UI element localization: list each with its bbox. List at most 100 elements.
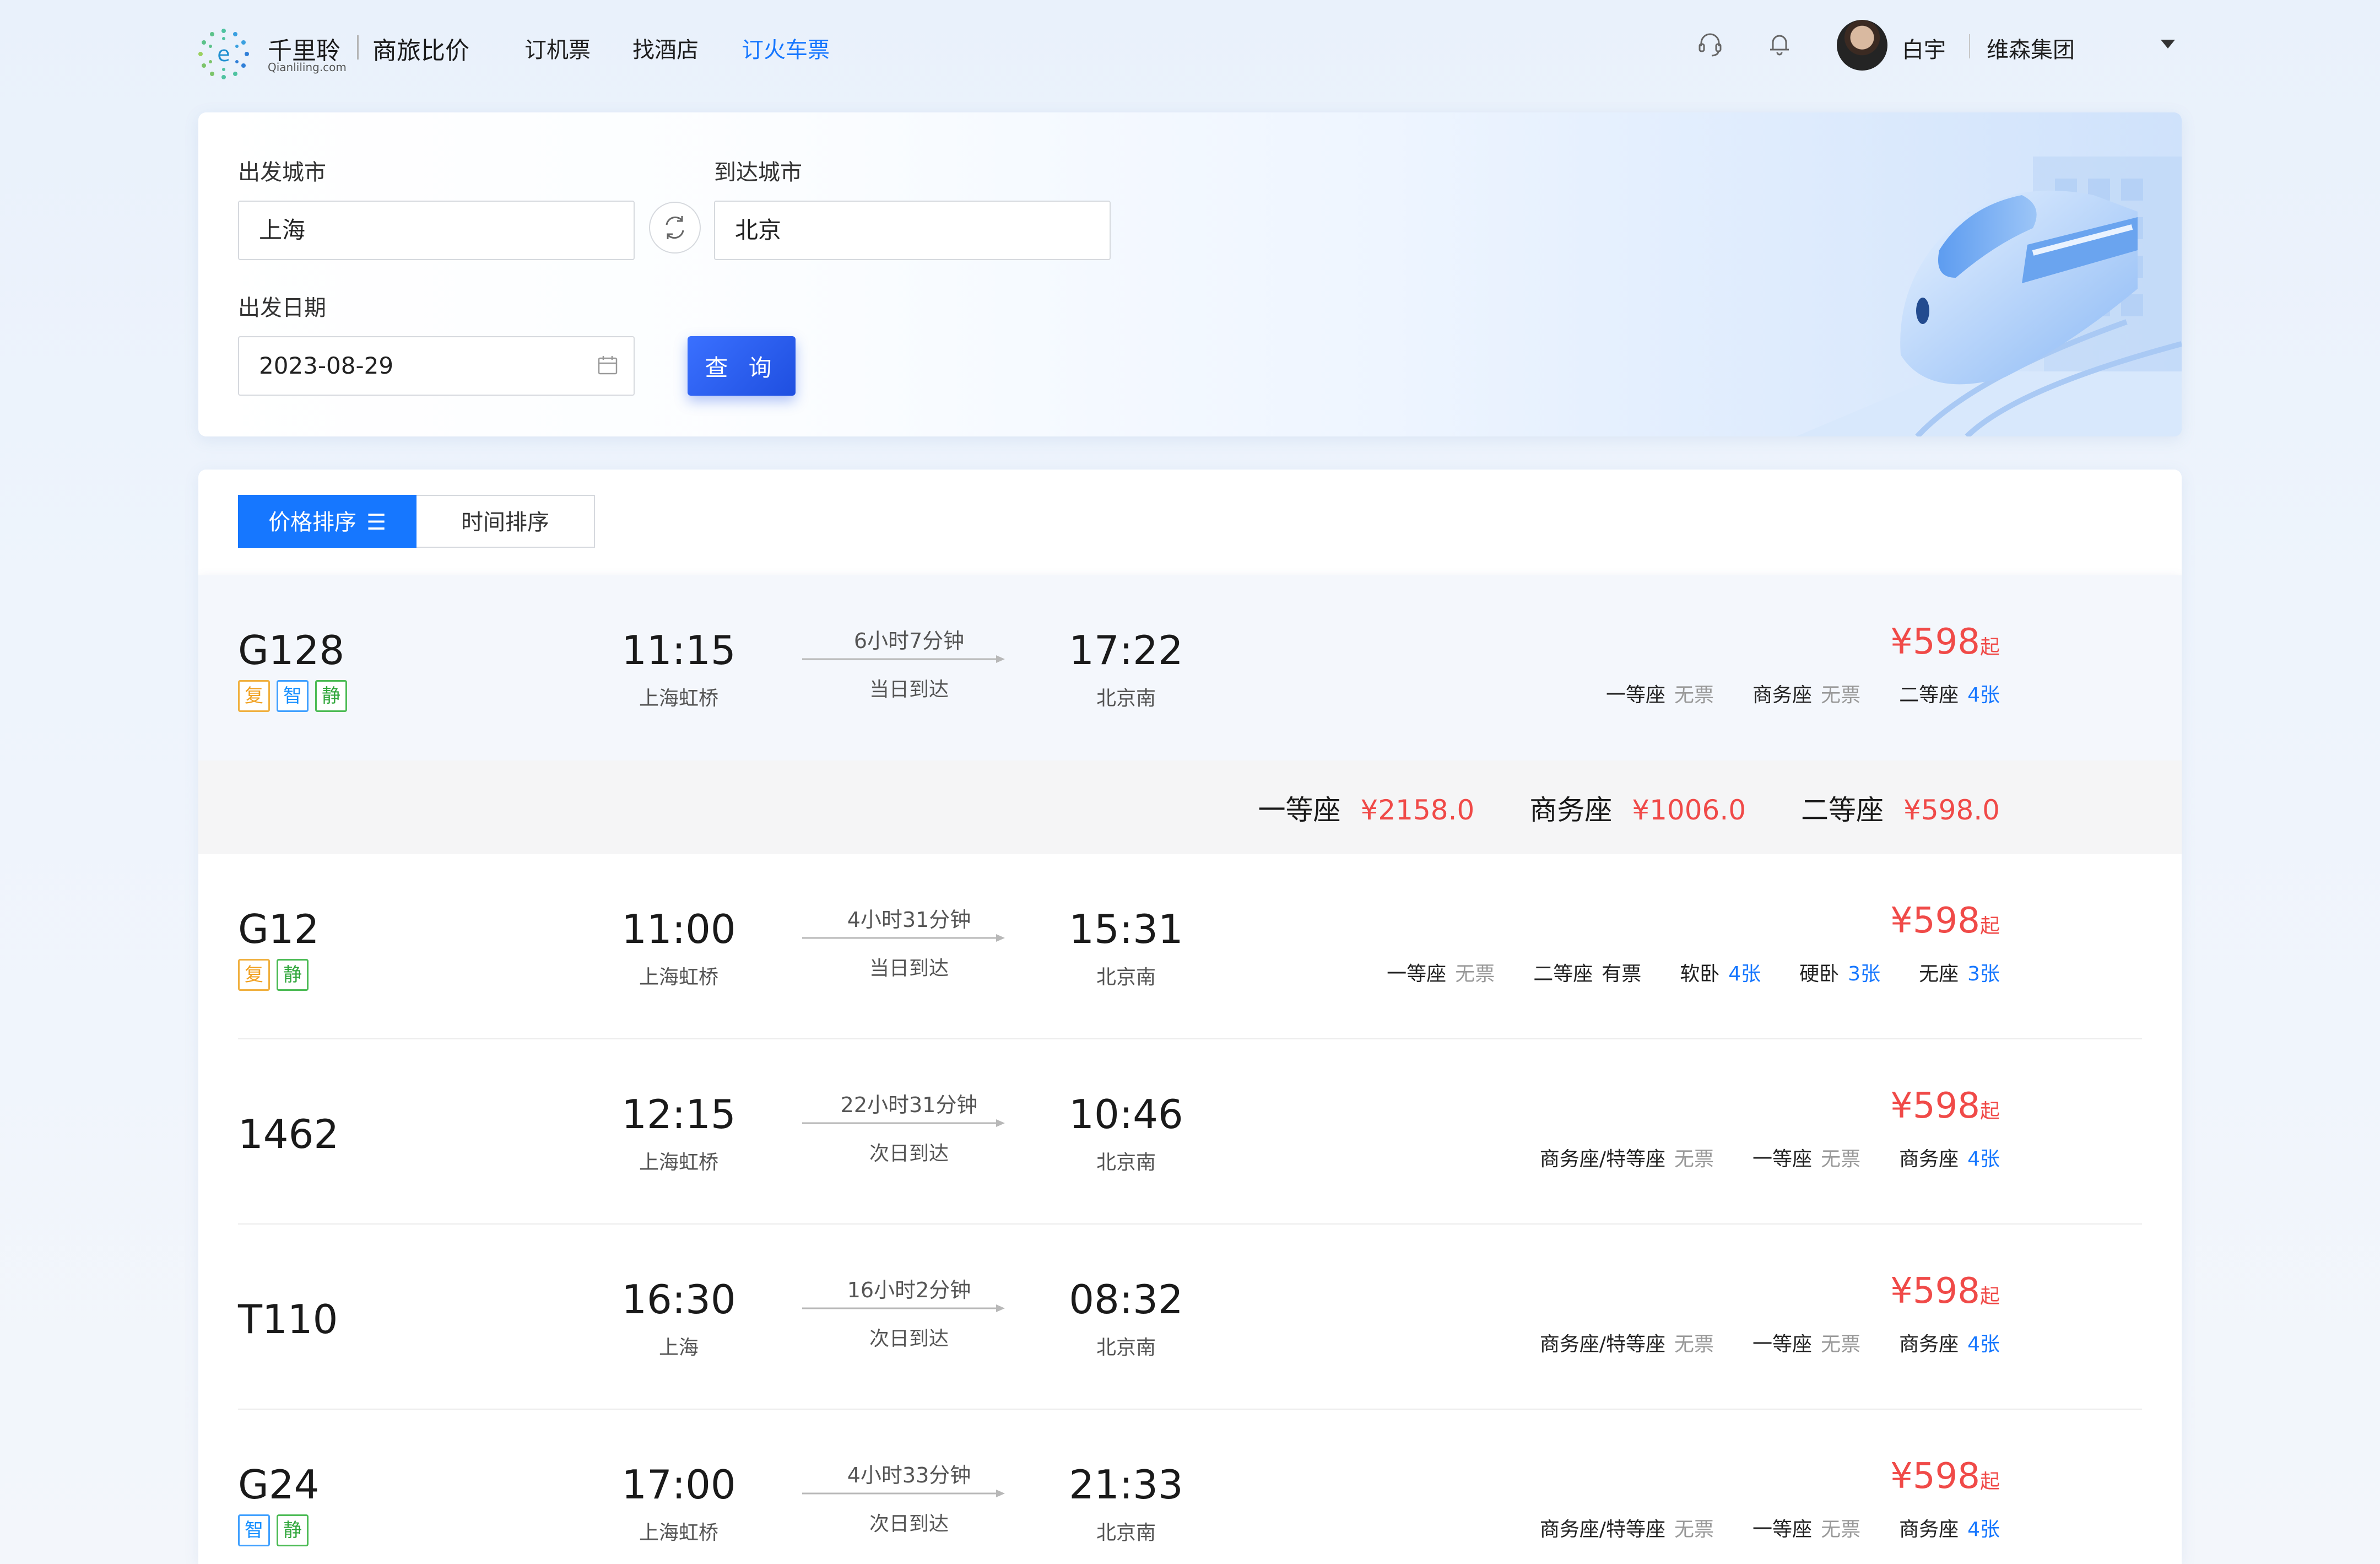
seat-item: 无座 3张 xyxy=(1919,958,2000,986)
train-row[interactable]: G128 复 智 静 11:15 上海虹桥 6小时7分钟 当日到达 17:22 … xyxy=(198,575,2182,761)
arrive-station: 北京南 xyxy=(1096,966,1156,989)
train-number: G12 xyxy=(238,906,320,952)
seat-item: 硬卧 3张 xyxy=(1799,958,1880,986)
seat-price-item[interactable]: 商务座 ¥1006.0 xyxy=(1529,788,1746,828)
tag-quiet: 静 xyxy=(277,1514,309,1546)
nav-hotels[interactable]: 找酒店 xyxy=(632,32,699,64)
seat-item: 商务座 4张 xyxy=(1899,1328,2000,1357)
date-input[interactable]: 2023-08-29 xyxy=(238,336,635,396)
calendar-icon[interactable] xyxy=(596,354,619,377)
price-suffix: 起 xyxy=(1979,1470,2000,1493)
seat-status: 4张 xyxy=(1967,1333,2000,1356)
seat-status: 3张 xyxy=(1967,963,2000,985)
sort-lines-icon: ☰ xyxy=(366,510,386,535)
depart-time: 12:15 xyxy=(621,1091,736,1137)
swap-cities-button[interactable] xyxy=(649,202,701,254)
price-value: ¥598 xyxy=(1890,1456,1980,1497)
seat-name: 二等座 xyxy=(1899,684,1959,707)
user-name[interactable]: 白宇 xyxy=(1902,32,1946,64)
seat-status: 3张 xyxy=(1848,963,1881,985)
seat-status: 无票 xyxy=(1821,1518,1861,1541)
to-city-input[interactable]: 北京 xyxy=(714,201,1111,260)
seat-status: 无票 xyxy=(1674,684,1714,707)
seat-item: 一等座 无票 xyxy=(1752,1513,1860,1542)
price-suffix: 起 xyxy=(1979,915,2000,937)
arrow-right-icon xyxy=(802,1304,1005,1312)
lowest-price: ¥598起 xyxy=(1890,1271,2000,1312)
company-name[interactable]: 维森集团 xyxy=(1987,32,2075,64)
seat-status: 4张 xyxy=(1967,684,2000,707)
swap-icon xyxy=(666,216,684,239)
from-city-label: 出发城市 xyxy=(238,160,326,185)
seat-price-item[interactable]: 一等座 ¥2158.0 xyxy=(1258,788,1475,828)
arrive-time: 17:22 xyxy=(1069,627,1183,673)
price-value: ¥598 xyxy=(1890,1271,1980,1312)
seat-name: 商务座/特等座 xyxy=(1539,1148,1666,1171)
train-row[interactable]: T110 16:30 上海 16小时2分钟 次日到达 08:32 北京南 ¥59… xyxy=(198,1225,2182,1410)
query-button[interactable]: 查 询 xyxy=(688,336,796,396)
seat-name: 一等座 xyxy=(1387,963,1447,985)
train-row[interactable]: G12 复 静 11:00 上海虹桥 4小时31分钟 当日到达 15:31 北京… xyxy=(198,854,2182,1039)
chevron-down-icon[interactable] xyxy=(2161,40,2175,48)
price-suffix: 起 xyxy=(1979,1285,2000,1308)
depart-time: 11:00 xyxy=(621,906,736,952)
bell-icon[interactable] xyxy=(1765,30,1794,58)
seat-price-item[interactable]: 二等座 ¥598.0 xyxy=(1801,788,2000,828)
sort-by-price-tab[interactable]: 价格排序 ☰ xyxy=(238,495,416,548)
train-row[interactable]: G24 智 静 17:00 上海虹桥 4小时33分钟 次日到达 21:33 北京… xyxy=(198,1410,2182,1564)
train-row[interactable]: 1462 12:15 上海虹桥 22小时31分钟 次日到达 10:46 北京南 … xyxy=(198,1039,2182,1225)
arrive-station: 北京南 xyxy=(1096,1336,1156,1359)
sort-by-price-label: 价格排序 xyxy=(268,510,357,535)
seat-name: 一等座 xyxy=(1258,794,1341,826)
train-number: G128 xyxy=(238,627,345,673)
arrive-station: 北京南 xyxy=(1096,687,1156,710)
arrive-note: 当日到达 xyxy=(869,678,949,701)
duration: 16小时2分钟 xyxy=(847,1278,971,1302)
arrive-station: 北京南 xyxy=(1096,1151,1156,1174)
headset-icon[interactable] xyxy=(1696,30,1724,58)
seat-name: 无座 xyxy=(1919,963,1959,985)
duration: 4小时31分钟 xyxy=(847,908,971,932)
depart-station: 上海虹桥 xyxy=(639,966,718,989)
arrive-time: 10:46 xyxy=(1069,1091,1183,1137)
arrive-note: 次日到达 xyxy=(869,1513,949,1535)
date-label: 出发日期 xyxy=(238,295,326,321)
seat-status: 4张 xyxy=(1967,1518,2000,1541)
brand-divider xyxy=(357,35,359,60)
duration: 22小时31分钟 xyxy=(840,1093,978,1117)
seat-item: 商务座 无票 xyxy=(1752,679,1860,708)
results-card: 价格排序 ☰ 时间排序 G128 复 智 静 11:15 上海虹桥 6小时7分钟 … xyxy=(198,470,2182,1564)
nav-flights[interactable]: 订机票 xyxy=(524,32,591,64)
logo-icon[interactable]: e xyxy=(196,26,251,82)
train-tags: 复 静 xyxy=(238,959,309,991)
train-number: G24 xyxy=(238,1461,320,1508)
seat-status: 无票 xyxy=(1821,1148,1861,1171)
tag-fuxing: 复 xyxy=(238,959,270,991)
arrive-time: 21:33 xyxy=(1069,1461,1183,1508)
arrow-right-icon xyxy=(802,934,1005,942)
lowest-price: ¥598起 xyxy=(1890,1456,2000,1497)
seat-list: 商务座/特等座 无票 一等座 无票 商务座 4张 xyxy=(1540,1513,2000,1542)
nav-trains[interactable]: 订火车票 xyxy=(742,32,830,64)
sort-by-time-tab[interactable]: 时间排序 xyxy=(416,495,595,548)
depart-station: 上海虹桥 xyxy=(639,1522,718,1544)
arrow-right-icon xyxy=(802,655,1005,663)
seat-name: 二等座 xyxy=(1533,963,1593,985)
sort-tabs: 价格排序 ☰ 时间排序 xyxy=(238,495,595,548)
seat-price: ¥598.0 xyxy=(1903,794,2000,826)
from-city-input[interactable]: 上海 xyxy=(238,201,635,260)
seat-list: 一等座 无票 商务座 无票 二等座 4张 xyxy=(1606,679,2000,708)
brand-slogan: 商旅比价 xyxy=(372,37,469,65)
seat-name: 商务座 xyxy=(1899,1333,1959,1356)
user-avatar[interactable] xyxy=(1837,20,1887,71)
seat-name: 一等座 xyxy=(1752,1333,1813,1356)
seat-list: 一等座 无票 二等座 有票 软卧 4张 硬卧 3张 无座 3张 xyxy=(1387,958,2000,986)
depart-time: 16:30 xyxy=(621,1276,736,1323)
search-card: 出发城市 上海 到达城市 北京 出发日期 2023-08-29 查 询 xyxy=(198,112,2182,436)
seat-status: 无票 xyxy=(1821,684,1861,707)
depart-station: 上海 xyxy=(658,1336,699,1359)
arrive-note: 当日到达 xyxy=(869,957,949,980)
seat-status: 无票 xyxy=(1674,1148,1714,1171)
price-value: ¥598 xyxy=(1890,900,1980,941)
arrive-time: 08:32 xyxy=(1069,1276,1183,1323)
